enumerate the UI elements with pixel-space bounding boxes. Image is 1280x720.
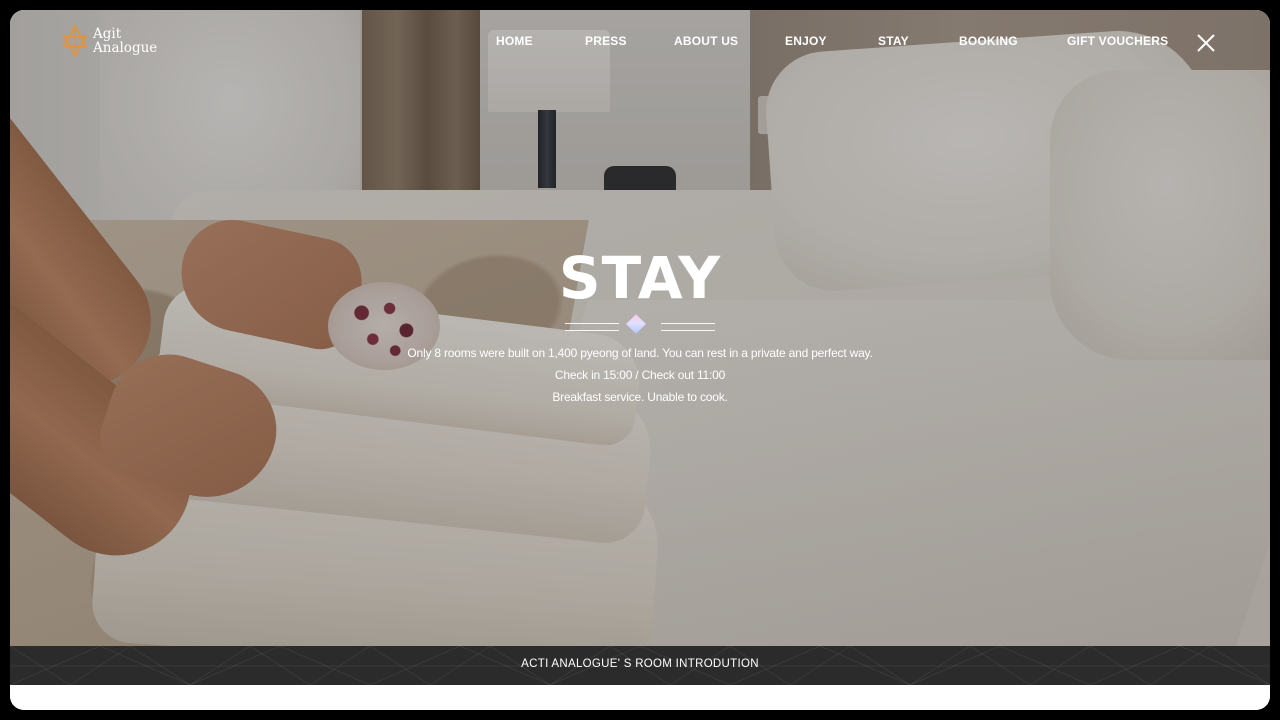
page-title: STAY <box>558 244 722 312</box>
diamond-icon <box>626 314 646 334</box>
nav-item-gift-vouchers[interactable]: GIFT VOUCHERS <box>1067 34 1168 48</box>
title-ornament <box>565 314 715 338</box>
room-description: Only 8 rooms were built on 1,400 pyeong … <box>10 342 1270 408</box>
hero-content: STAY Only 8 rooms were built on 1,400 py… <box>10 246 1270 408</box>
nav-item-booking[interactable]: BOOKING <box>959 34 1018 48</box>
nav-item-home[interactable]: HOME <box>496 34 533 48</box>
ornament-line-right <box>661 323 715 331</box>
browser-viewport: Agit Analogue HOME PRESS ABOUT US ENJOY … <box>10 10 1270 710</box>
description-line-1: Only 8 rooms were built on 1,400 pyeong … <box>407 346 873 360</box>
nav-item-press[interactable]: PRESS <box>585 34 627 48</box>
room-introduction-bar[interactable]: ACTI ANALOGUE' S ROOM INTRODUTION <box>10 646 1270 685</box>
nav-item-about-us[interactable]: ABOUT US <box>674 34 738 48</box>
description-line-2: Check in 15:00 / Check out 11:00 <box>554 368 726 382</box>
main-nav: HOME PRESS ABOUT US ENJOY STAY BOOKING G… <box>10 34 1270 54</box>
page-bottom-area <box>10 685 1270 710</box>
nav-item-enjoy[interactable]: ENJOY <box>785 34 827 48</box>
room-introduction-label: ACTI ANALOGUE' S ROOM INTRODUTION <box>521 658 759 670</box>
ornament-line-left <box>565 323 619 331</box>
description-line-3: Breakfast service. Unable to cook. <box>552 390 728 404</box>
nav-item-stay[interactable]: STAY <box>878 34 909 48</box>
close-icon[interactable] <box>1196 33 1216 53</box>
